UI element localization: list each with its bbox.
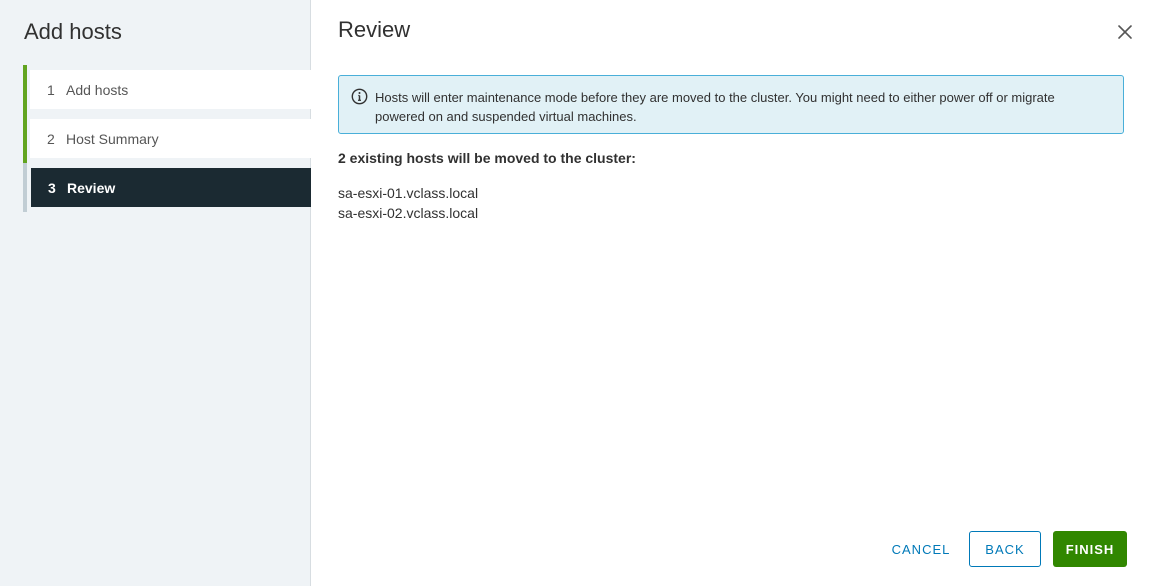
step-number: 1: [47, 81, 55, 98]
alert-text: Hosts will enter maintenance mode before…: [375, 90, 1055, 124]
step-progress-bar: [23, 163, 27, 212]
wizard-sidebar: Add hosts 1 Add hosts 2 Host Summary 3 R…: [0, 0, 311, 586]
info-icon: [351, 88, 368, 105]
step-label: Add hosts: [66, 81, 129, 98]
host-list: sa-esxi-01.vclass.local sa-esxi-02.vclas…: [338, 183, 478, 223]
step-number: 3: [48, 179, 56, 196]
host-list-item: sa-esxi-02.vclass.local: [338, 205, 479, 221]
host-list-item: sa-esxi-01.vclass.local: [338, 185, 479, 201]
step-box[interactable]: 2 Host Summary: [30, 119, 311, 158]
add-hosts-wizard: Add hosts 1 Add hosts 2 Host Summary 3 R…: [0, 0, 1150, 586]
cancel-button[interactable]: CANCEL: [883, 531, 959, 567]
step-box[interactable]: 3 Review: [31, 168, 311, 207]
finish-button[interactable]: FINISH: [1053, 531, 1127, 567]
step-review[interactable]: 3 Review: [23, 163, 311, 212]
step-progress-bar: [23, 65, 27, 114]
page-title: Review: [338, 17, 411, 42]
wizard-content: Review Hosts will enter maintenance mode…: [311, 0, 1150, 586]
step-label: Review: [67, 179, 116, 196]
step-progress-bar: [23, 114, 27, 163]
step-host-summary[interactable]: 2 Host Summary: [23, 114, 311, 163]
step-box[interactable]: 1 Add hosts: [30, 70, 311, 109]
close-button[interactable]: [1115, 22, 1135, 42]
wizard-title: Add hosts: [24, 19, 122, 44]
close-icon: [1118, 25, 1132, 39]
info-alert: Hosts will enter maintenance mode before…: [338, 75, 1124, 134]
step-number: 2: [47, 130, 55, 147]
hosts-summary-heading: 2 existing hosts will be moved to the cl…: [338, 150, 636, 166]
back-button[interactable]: BACK: [969, 531, 1041, 567]
step-add-hosts[interactable]: 1 Add hosts: [23, 65, 311, 114]
step-label: Host Summary: [66, 130, 159, 147]
wizard-steps: 1 Add hosts 2 Host Summary 3 Review: [23, 65, 311, 217]
